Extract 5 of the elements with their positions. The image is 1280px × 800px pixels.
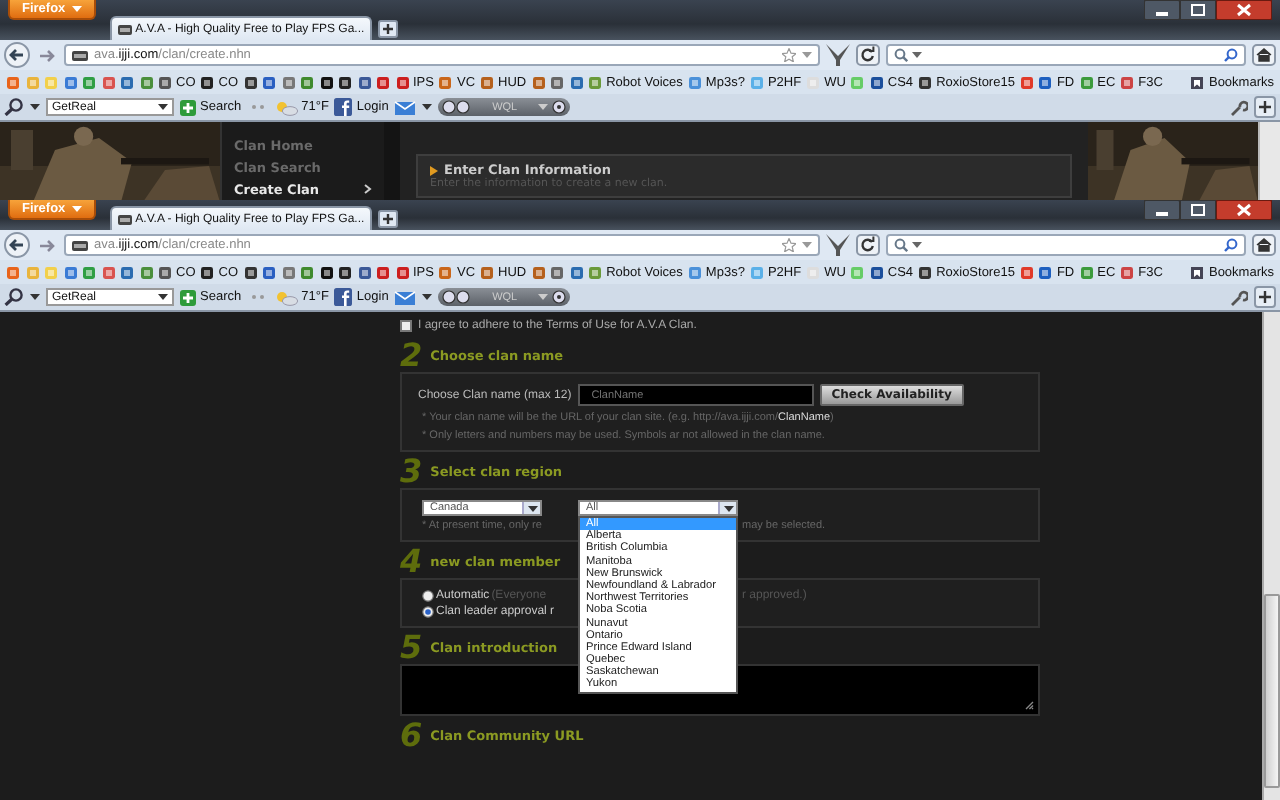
step-number: 5	[400, 632, 423, 664]
step-number: 4	[400, 546, 423, 578]
step-number: 3	[400, 456, 423, 488]
step-number: 6	[400, 720, 423, 752]
step-number: 2	[400, 340, 423, 372]
